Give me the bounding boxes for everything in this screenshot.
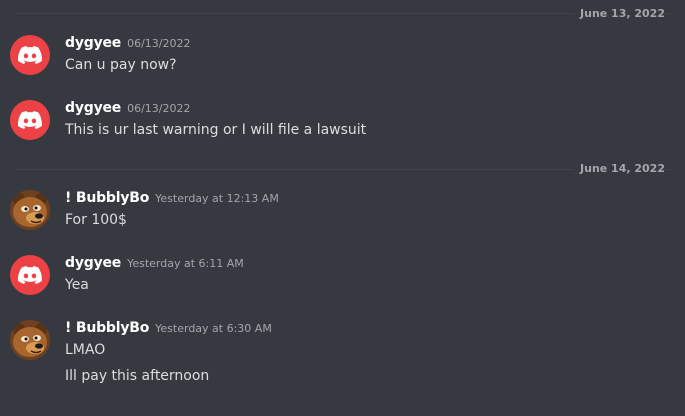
username[interactable]: ! BubblyBo bbox=[65, 190, 149, 206]
message-header: dygyee 06/13/2022 bbox=[65, 98, 191, 118]
message-text: LMAO bbox=[65, 342, 106, 358]
message-text: Yea bbox=[65, 277, 89, 293]
message-header: dygyee 06/13/2022 bbox=[65, 33, 191, 53]
message-timestamp[interactable]: 06/13/2022 bbox=[127, 37, 190, 50]
message-header: ! BubblyBo Yesterday at 12:13 AM bbox=[65, 188, 279, 208]
username[interactable]: dygyee bbox=[65, 100, 121, 116]
date-divider-label: June 14, 2022 bbox=[574, 162, 665, 176]
user-avatar[interactable] bbox=[10, 320, 50, 360]
message-text: Ill pay this afternoon bbox=[65, 368, 210, 384]
message-text: For 100$ bbox=[65, 212, 127, 228]
message-item[interactable]: ! BubblyBo Yesterday at 12:13 AM For 100$ bbox=[0, 188, 685, 238]
bear-avatar-icon bbox=[10, 320, 50, 360]
message-header: ! BubblyBo Yesterday at 6:30 AM bbox=[65, 318, 272, 338]
message-timestamp[interactable]: Yesterday at 6:11 AM bbox=[127, 257, 244, 270]
user-avatar[interactable] bbox=[10, 255, 50, 295]
message-item[interactable]: dygyee 06/13/2022 Can u pay now? bbox=[0, 33, 685, 83]
message-timestamp[interactable]: Yesterday at 6:30 AM bbox=[155, 322, 272, 335]
user-avatar[interactable] bbox=[10, 190, 50, 230]
user-avatar[interactable] bbox=[10, 35, 50, 75]
username[interactable]: ! BubblyBo bbox=[65, 320, 149, 336]
message-text: This is ur last warning or I will file a… bbox=[65, 122, 367, 138]
username[interactable]: dygyee bbox=[65, 255, 121, 271]
discord-logo-icon bbox=[18, 46, 42, 64]
bear-avatar-icon bbox=[10, 190, 50, 230]
chat-messages-pane: June 13, 2022 dygyee 06/13/2022 Can u pay… bbox=[0, 0, 685, 416]
discord-logo-icon bbox=[18, 266, 42, 284]
message-item[interactable]: ! BubblyBo Yesterday at 6:30 AM LMAO Ill … bbox=[0, 318, 685, 398]
message-timestamp[interactable]: 06/13/2022 bbox=[127, 102, 190, 115]
user-avatar[interactable] bbox=[10, 100, 50, 140]
discord-logo-icon bbox=[18, 111, 42, 129]
date-divider bbox=[16, 169, 671, 170]
message-text: Can u pay now? bbox=[65, 57, 177, 73]
message-timestamp[interactable]: Yesterday at 12:13 AM bbox=[155, 192, 279, 205]
date-divider bbox=[16, 13, 671, 14]
message-header: dygyee Yesterday at 6:11 AM bbox=[65, 253, 244, 273]
message-item[interactable]: dygyee 06/13/2022 This is ur last warning… bbox=[0, 98, 685, 148]
username[interactable]: dygyee bbox=[65, 35, 121, 51]
message-item[interactable]: dygyee Yesterday at 6:11 AM Yea bbox=[0, 253, 685, 303]
date-divider-label: June 13, 2022 bbox=[574, 7, 665, 21]
